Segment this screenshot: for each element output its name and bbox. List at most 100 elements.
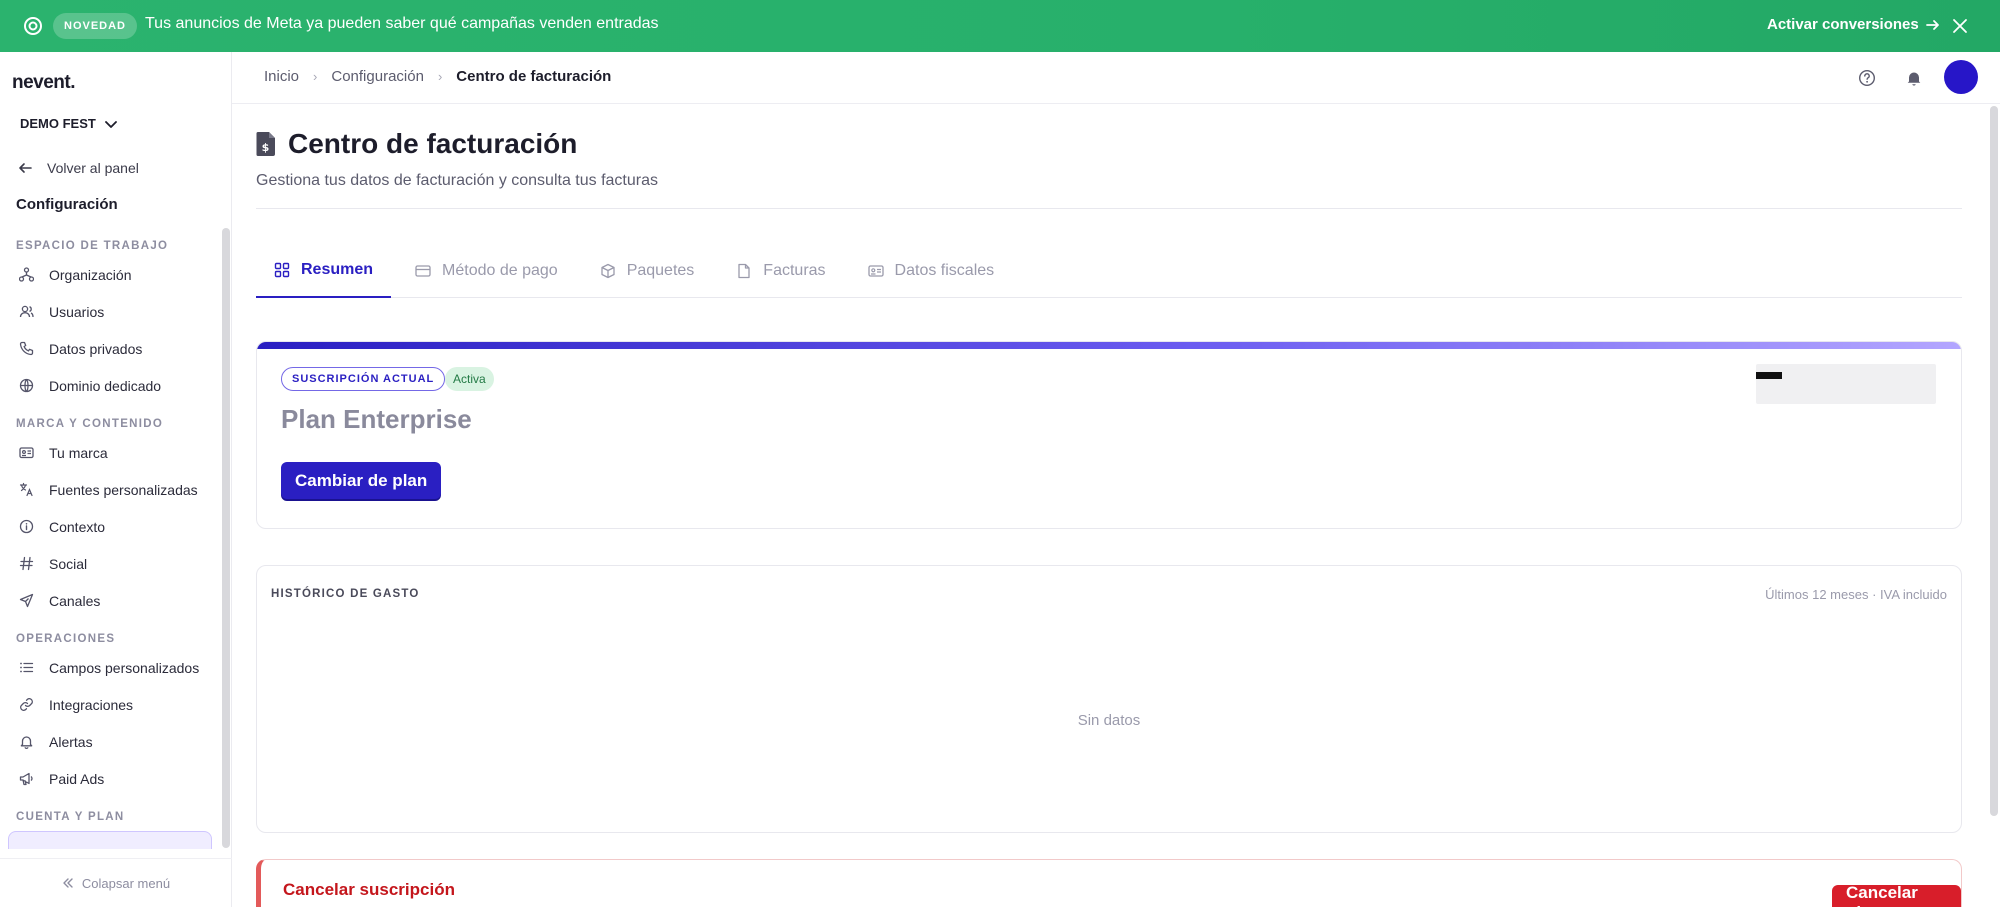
chevron-right-icon: › xyxy=(313,69,318,84)
page-title: Centro de facturación xyxy=(288,128,578,159)
spend-history-title: HISTÓRICO DE GASTO xyxy=(271,588,420,600)
list-icon xyxy=(19,660,34,675)
sidebar-item-integraciones[interactable]: Integraciones xyxy=(0,686,222,723)
plan-price-placeholder xyxy=(1756,364,1936,404)
box-icon xyxy=(600,263,616,279)
sidebar-item-campos[interactable]: Campos personalizados xyxy=(0,649,222,686)
spend-history-meta: Últimos 12 meses · IVA incluido xyxy=(1765,587,1947,602)
breadcrumb-current: Centro de facturación xyxy=(456,68,612,85)
section-brand-content: MARCA Y CONTENIDO xyxy=(16,418,164,430)
notifications-bell-icon[interactable] xyxy=(1905,69,1923,87)
help-icon[interactable] xyxy=(1858,69,1876,87)
org-tree-icon xyxy=(19,267,34,282)
chevron-down-icon xyxy=(104,117,118,131)
cancel-subscription-card: Cancelar suscripción Cancelar plan xyxy=(256,859,1962,907)
sidebar-item-label: Paid Ads xyxy=(49,770,105,787)
svg-text:$: $ xyxy=(262,141,270,154)
breadcrumb: Inicio › Configuración › Centro de factu… xyxy=(264,68,611,85)
announcement-text: Tus anuncios de Meta ya pueden saber qué… xyxy=(145,15,659,32)
arrow-left-icon xyxy=(17,160,33,176)
tab-label: Paquetes xyxy=(626,262,695,279)
cta-label: Activar conversiones xyxy=(1767,16,1919,33)
breadcrumb-configuracion[interactable]: Configuración xyxy=(331,68,424,85)
sidebar-item-label: Campos personalizados xyxy=(49,659,200,676)
sidebar-scrollbar[interactable] xyxy=(222,228,230,848)
sidebar-item-label: Datos privados xyxy=(49,340,143,357)
sidebar-item-active[interactable] xyxy=(8,831,212,849)
sidebar-item-alertas[interactable]: Alertas xyxy=(0,723,222,760)
credit-card-icon xyxy=(415,263,431,279)
back-to-panel-link[interactable]: Volver al panel xyxy=(17,160,139,176)
id-card-icon xyxy=(19,445,34,460)
sidebar-item-tu-marca[interactable]: Tu marca xyxy=(0,434,222,471)
chevrons-left-icon xyxy=(62,877,74,889)
sidebar-item-label: Tu marca xyxy=(49,444,108,461)
sidebar-item-organizacion[interactable]: Organización xyxy=(0,256,222,293)
spend-history-card: HISTÓRICO DE GASTO Últimos 12 meses · IV… xyxy=(256,565,1962,833)
section-account: CUENTA Y PLAN xyxy=(16,811,125,823)
divider xyxy=(256,208,1962,209)
plan-name: Plan Enterprise xyxy=(281,404,472,434)
arrow-right-icon xyxy=(1925,17,1941,33)
invoice-dollar-icon: $ xyxy=(256,131,276,157)
tab-paquetes[interactable]: Paquetes xyxy=(582,244,713,298)
tab-metodo-pago[interactable]: Método de pago xyxy=(397,244,576,298)
close-icon[interactable] xyxy=(1951,17,1969,35)
sidebar-item-label: Dominio dedicado xyxy=(49,377,162,394)
grid-icon xyxy=(274,262,290,278)
back-label: Volver al panel xyxy=(47,160,139,176)
brand-logo[interactable]: nevent. xyxy=(12,72,76,94)
org-name: DEMO FEST xyxy=(20,116,96,131)
sidebar-item-label: Alertas xyxy=(49,733,93,750)
globe-icon xyxy=(19,378,34,393)
sidebar-item-label: Organización xyxy=(49,266,132,283)
sidebar-item-label: Fuentes personalizadas xyxy=(49,481,198,498)
tab-facturas[interactable]: Facturas xyxy=(718,244,843,298)
tab-datos-fiscales[interactable]: Datos fiscales xyxy=(850,244,1013,298)
new-badge: NOVEDAD xyxy=(53,13,138,39)
cancel-plan-button[interactable]: Cancelar plan xyxy=(1832,883,1961,907)
placeholder-bar xyxy=(1756,372,1782,379)
tab-label: Resumen xyxy=(301,261,374,278)
sidebar-item-usuarios[interactable]: Usuarios xyxy=(0,293,222,330)
sidebar-item-label: Usuarios xyxy=(49,303,105,320)
sidebar-item-fuentes[interactable]: Fuentes personalizadas xyxy=(0,471,222,508)
sidebar-item-datos-privados[interactable]: Datos privados xyxy=(0,330,222,367)
link-icon xyxy=(19,697,34,712)
sidebar-item-social[interactable]: Social xyxy=(0,545,222,582)
avatar[interactable] xyxy=(1944,60,1978,94)
bell-icon xyxy=(19,734,34,749)
sidebar-item-label: Contexto xyxy=(49,518,106,535)
top-header: Inicio › Configuración › Centro de factu… xyxy=(232,52,2000,104)
sidebar-item-paid-ads[interactable]: Paid Ads xyxy=(0,760,222,797)
tab-label: Facturas xyxy=(763,262,826,279)
breadcrumb-inicio[interactable]: Inicio xyxy=(264,68,299,85)
tab-resumen[interactable]: Resumen xyxy=(256,244,392,298)
tab-label: Datos fiscales xyxy=(894,262,995,279)
megaphone-icon xyxy=(19,771,34,786)
card-accent-bar xyxy=(257,342,1961,349)
sidebar: nevent. DEMO FEST Volver al panel Config… xyxy=(0,52,232,907)
id-card-icon xyxy=(867,263,884,279)
activate-conversions-link[interactable]: Activar conversiones xyxy=(1767,16,1941,33)
sidebar-item-contexto[interactable]: Contexto xyxy=(0,508,222,545)
status-badge: Activa xyxy=(445,367,494,391)
sidebar-item-canales[interactable]: Canales xyxy=(0,582,222,619)
main-scrollbar[interactable] xyxy=(1990,106,1998,816)
target-icon xyxy=(22,15,44,37)
main-content: $ Centro de facturación Gestiona tus dat… xyxy=(232,104,1990,907)
collapse-menu-button[interactable]: Colapsar menú xyxy=(0,858,232,907)
empty-state-text: Sin datos xyxy=(1077,712,1141,729)
send-icon xyxy=(19,593,34,608)
subscription-label-badge: SUSCRIPCIÓN ACTUAL xyxy=(281,367,446,391)
section-operations: OPERACIONES xyxy=(16,633,116,645)
sidebar-item-label: Social xyxy=(49,555,88,572)
change-plan-button[interactable]: Cambiar de plan xyxy=(281,462,442,499)
sidebar-item-dominio[interactable]: Dominio dedicado xyxy=(0,367,222,404)
chevron-right-icon: › xyxy=(437,69,443,84)
sidebar-nav: ESPACIO DE TRABAJO Organización Usuarios… xyxy=(0,236,222,858)
users-icon xyxy=(19,304,34,319)
translate-icon xyxy=(19,482,34,497)
org-selector[interactable]: DEMO FEST xyxy=(20,116,118,131)
billing-tabs: Resumen Método de pago Paquetes Facturas… xyxy=(256,244,1962,298)
